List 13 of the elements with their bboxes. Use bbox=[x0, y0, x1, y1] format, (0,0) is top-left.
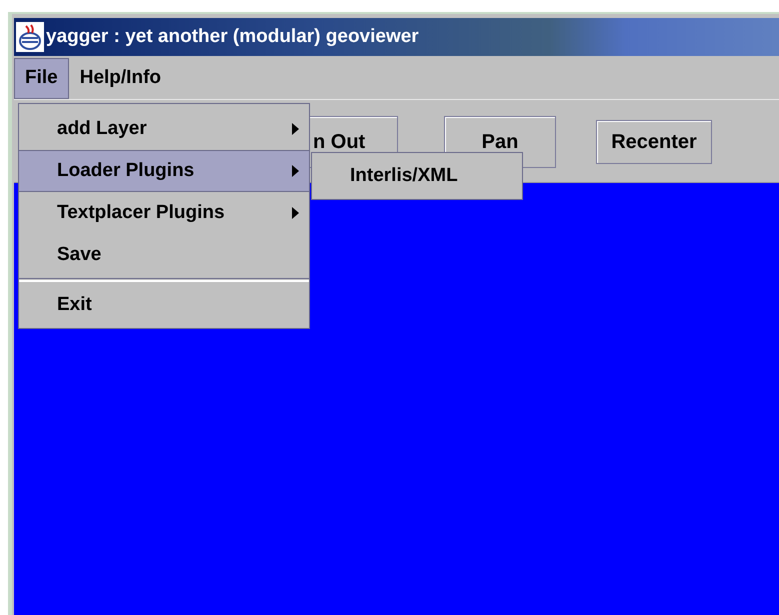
menu-item[interactable]: File bbox=[14, 58, 69, 99]
menu-item[interactable]: Help/Info bbox=[68, 58, 172, 99]
submenu-arrow-icon bbox=[292, 123, 299, 135]
menu-item[interactable]: Save bbox=[19, 234, 309, 276]
window-title: yagger : yet another (modular) geoviewer bbox=[46, 24, 419, 49]
menu-item[interactable]: Textplacer Plugins bbox=[19, 192, 309, 234]
menu-item[interactable]: Loader Plugins bbox=[19, 150, 309, 192]
menu-item[interactable]: Exit bbox=[19, 284, 309, 326]
app-icon bbox=[16, 22, 44, 52]
menu-item[interactable]: Interlis/XML bbox=[312, 155, 522, 197]
submenu-arrow-icon bbox=[292, 165, 299, 177]
submenu-arrow-icon bbox=[292, 207, 299, 219]
toolbar-button[interactable]: Recenter bbox=[596, 120, 712, 164]
